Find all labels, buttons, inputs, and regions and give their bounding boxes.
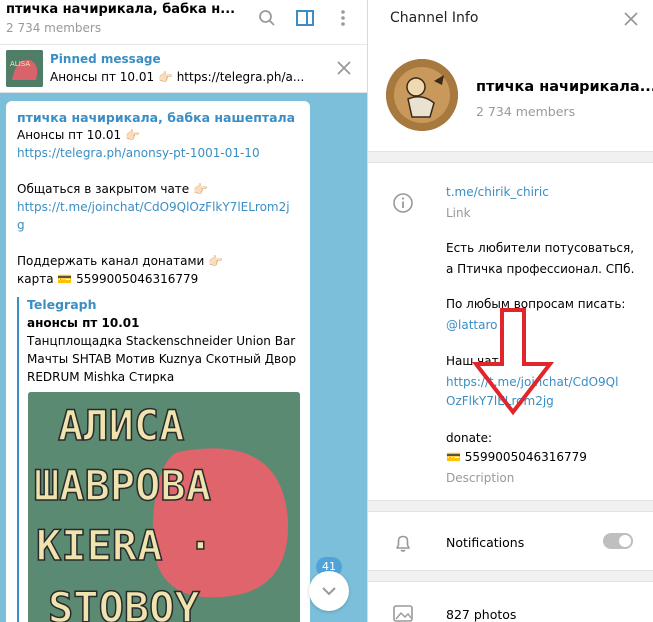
link-preview[interactable]: Telegraph анонсы пт 10.01 Танцплощадка S… — [17, 297, 300, 622]
message-link[interactable]: https://telegra.ph/anonsy-pt-1001-01-10 — [17, 146, 260, 160]
section-separator — [368, 500, 653, 512]
notifications-label: Notifications — [446, 535, 525, 550]
description-caption: Description — [446, 471, 515, 485]
panel-title: Channel Info — [390, 10, 479, 26]
svg-text:ALISA: ALISA — [10, 60, 30, 68]
bell-icon — [392, 532, 414, 554]
section-separator — [368, 151, 653, 163]
preview-description: REDRUM Mishka Стирка — [27, 370, 175, 384]
preview-description: Мачты SHTAB Мотив Kuznya Скотный Двор — [27, 352, 297, 366]
red-arrow-annotation — [471, 308, 555, 416]
description-line: donate: — [446, 431, 493, 445]
message-line: Общаться в закрытом чате 👉🏻 — [17, 182, 208, 196]
channel-link[interactable]: t.me/chirik_chiric — [446, 185, 549, 199]
preview-image[interactable]: АЛИСА ШАВРОВА KIERA · STOBOY — [28, 392, 300, 622]
channel-info-panel: Channel Info птичка начирикала... 2 734 … — [368, 0, 653, 622]
scroll-down-button[interactable] — [309, 571, 349, 611]
photo-icon — [392, 604, 414, 622]
message-link[interactable]: g — [17, 218, 25, 232]
poster-text: ШАВРОВА — [34, 461, 211, 510]
message-author[interactable]: птичка начирикала, бабка нашептала — [17, 110, 295, 125]
link-caption: Link — [446, 206, 471, 220]
description-line: Есть любители потусоваться, — [446, 241, 635, 255]
message-line: Анонсы пт 10.01 👉🏻 — [17, 128, 140, 142]
message-line: карта 💳 5599005046316779 — [17, 272, 199, 286]
chat-header: птичка начирикала, бабка н... 2 734 memb… — [0, 0, 367, 45]
pinned-message-bar[interactable]: ALISA Pinned message Анонсы пт 10.01 👉🏻 … — [0, 45, 367, 93]
shared-photos-count[interactable]: 827 photos — [446, 607, 516, 622]
description-line: а Птичка профессионал. СПб. — [446, 262, 635, 276]
info-icon — [392, 192, 414, 214]
close-icon[interactable] — [621, 9, 641, 29]
poster-text: STOBOY — [48, 583, 200, 622]
preview-description: Танцплощадка Stackenschneider Union Bar — [27, 334, 296, 348]
pinned-thumbnail: ALISA — [6, 50, 43, 87]
poster-text: KIERA · — [36, 521, 213, 570]
search-icon[interactable] — [255, 6, 279, 30]
chat-title[interactable]: птичка начирикала, бабка н... — [6, 2, 235, 17]
message-link[interactable]: https://t.me/joinchat/CdO9QlOzFlkY7lELro… — [17, 200, 290, 214]
poster-text: АЛИСА — [58, 401, 184, 450]
message-line: Поддержать канал донатами 👉🏻 — [17, 254, 224, 268]
pinned-text: Анонсы пт 10.01 👉🏻 https://telegra.ph/a.… — [50, 70, 305, 84]
more-menu-icon[interactable] — [331, 6, 355, 30]
chevron-down-icon — [322, 587, 336, 596]
channel-member-count: 2 734 members — [476, 104, 576, 119]
chat-member-count: 2 734 members — [6, 21, 102, 35]
pinned-label: Pinned message — [50, 52, 161, 66]
channel-avatar[interactable] — [386, 59, 458, 131]
preview-site-name: Telegraph — [27, 297, 97, 312]
description-line: 💳 5599005046316779 — [446, 450, 587, 464]
notifications-toggle[interactable] — [603, 533, 633, 549]
close-icon[interactable] — [335, 59, 353, 77]
toggle-knob — [617, 533, 633, 549]
message-bubble: птичка начирикала, бабка нашептала Анонс… — [6, 101, 310, 622]
channel-name: птичка начирикала... — [476, 79, 653, 95]
sidebar-toggle-icon[interactable] — [293, 6, 317, 30]
chat-panel: птичка начирикала, бабка н... 2 734 memb… — [0, 0, 367, 622]
preview-title: анонсы пт 10.01 — [27, 316, 140, 330]
section-separator — [368, 570, 653, 582]
